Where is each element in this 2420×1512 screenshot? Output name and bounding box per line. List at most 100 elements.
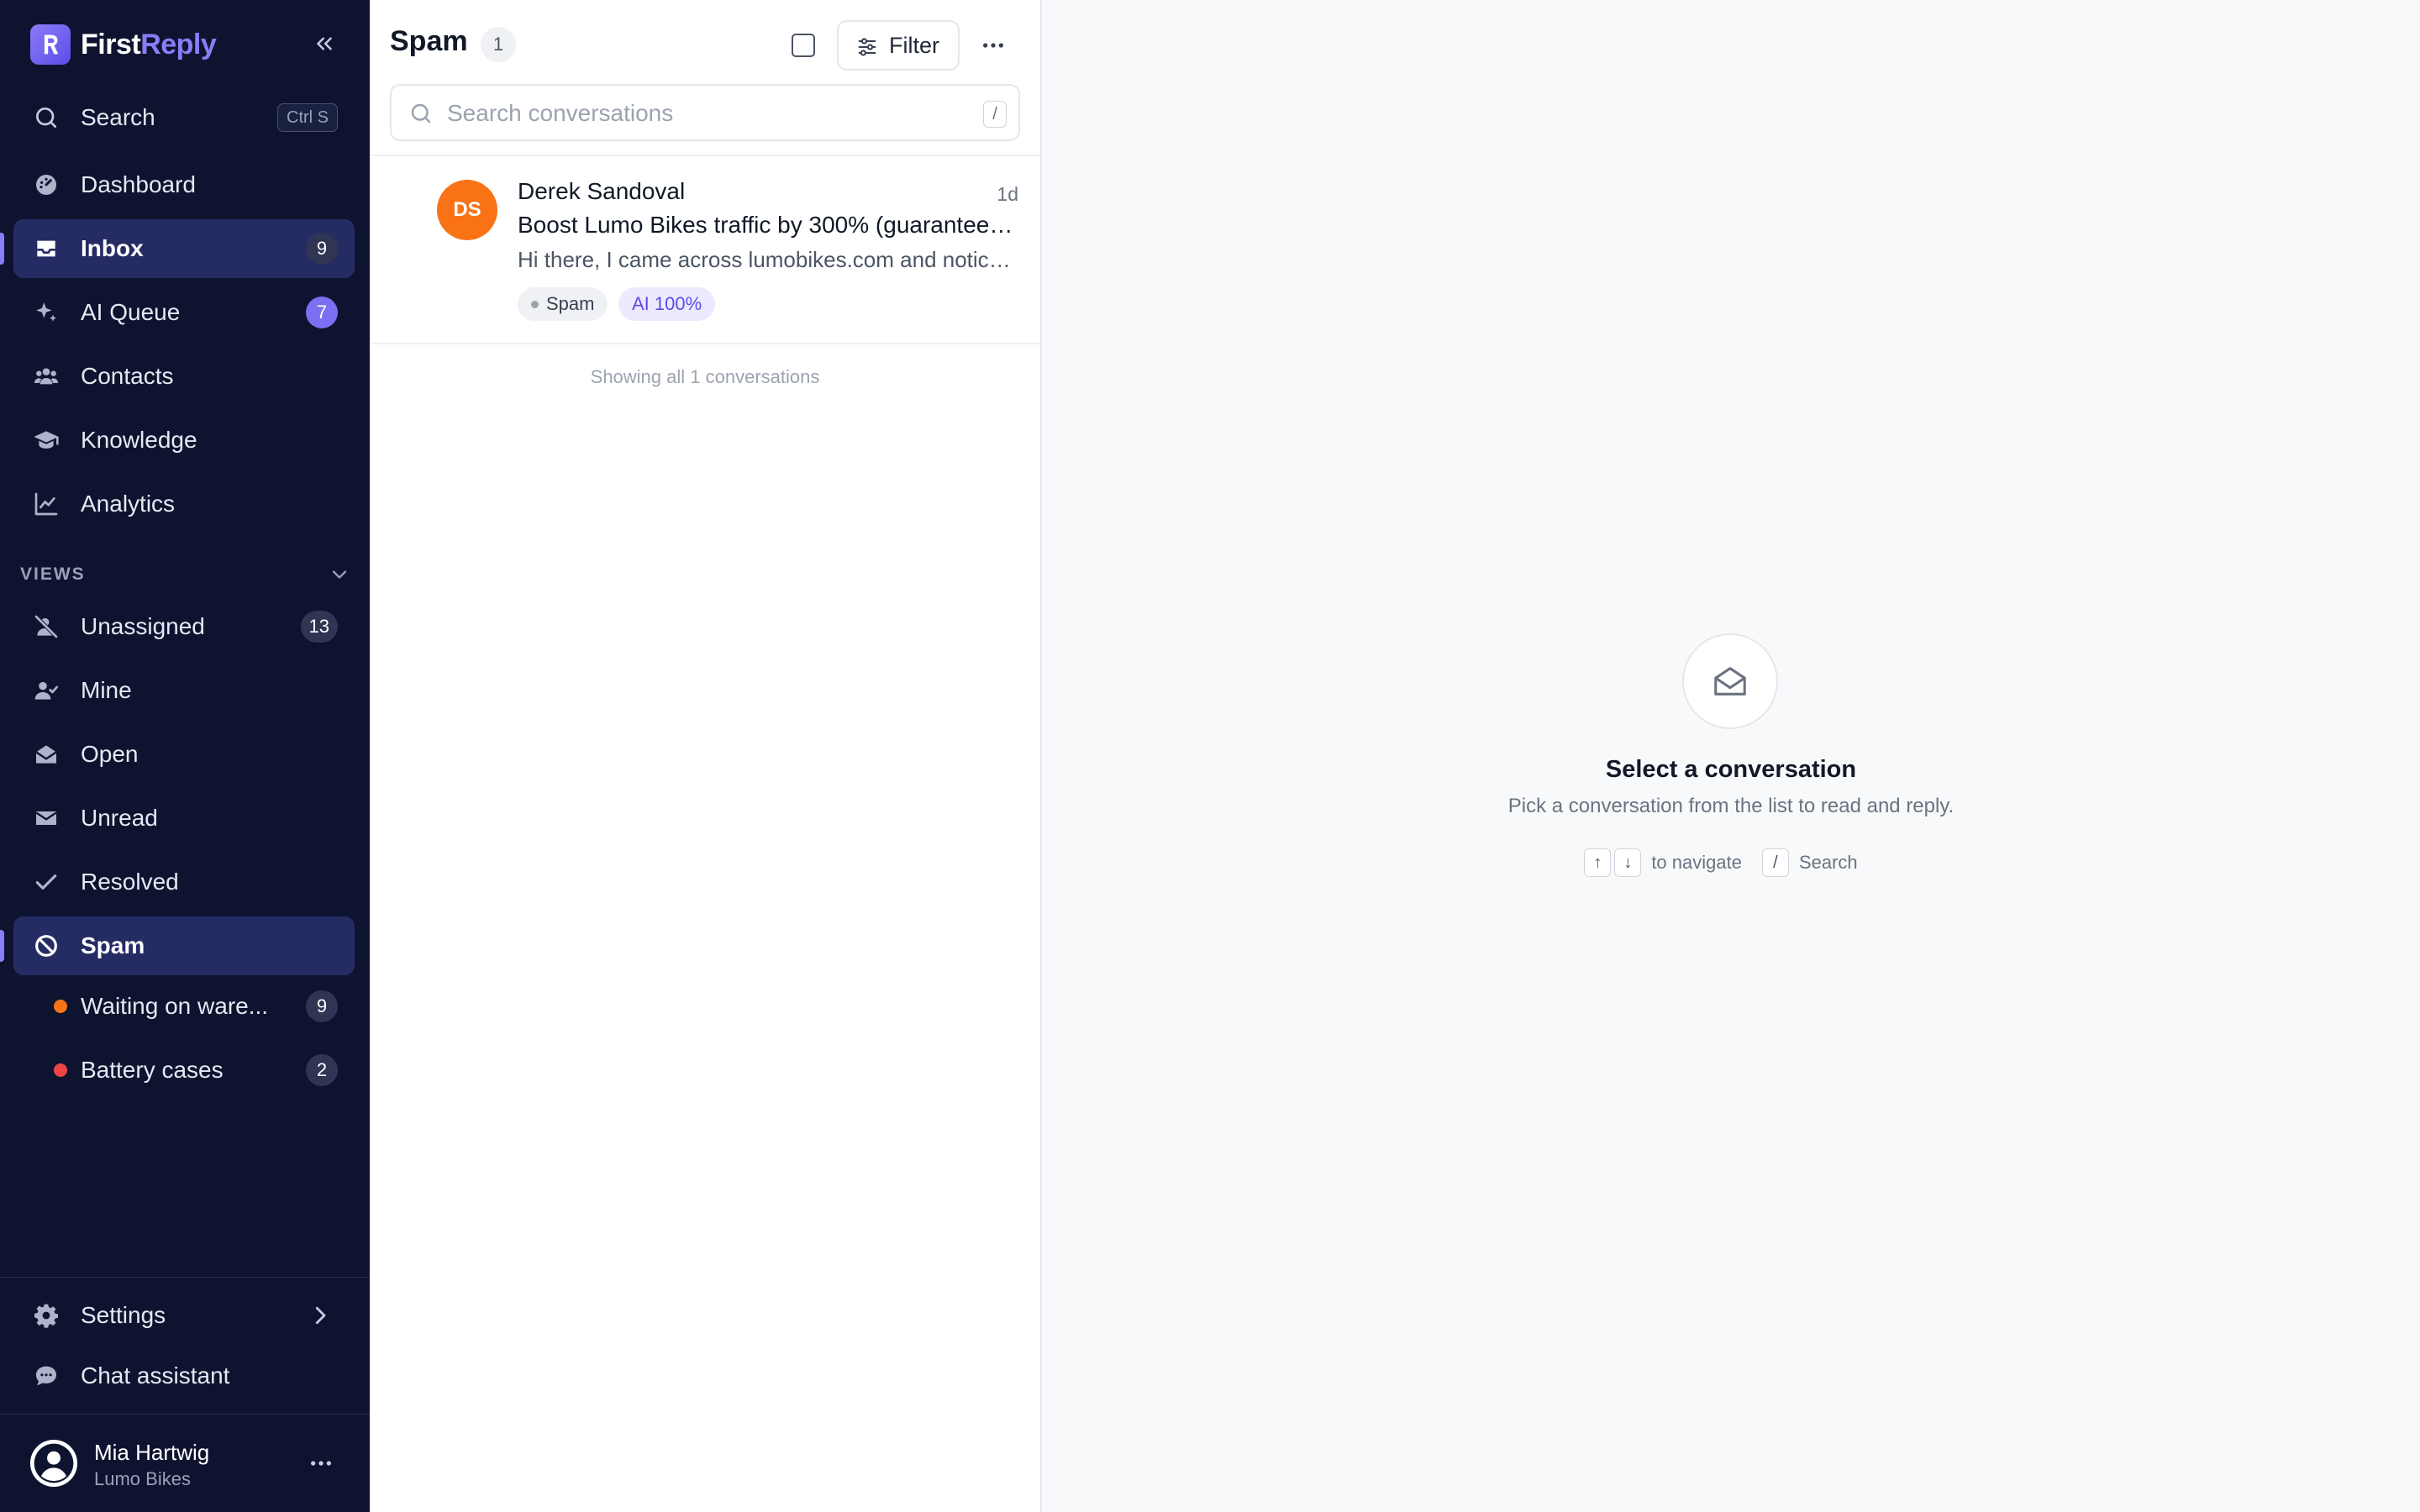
search-icon	[411, 103, 431, 123]
brand-name: FirstReply	[81, 28, 217, 60]
avatar	[30, 1440, 77, 1487]
timestamp: 1d	[997, 183, 1018, 205]
search-icon	[32, 103, 60, 132]
list-item[interactable]: DS Derek Sandoval 1d Boost Lumo Bikes tr…	[370, 156, 1040, 344]
sidebar-item-resolved[interactable]: Resolved	[13, 853, 355, 911]
sidebar-item-contacts[interactable]: Contacts	[13, 347, 355, 406]
sidebar-item-label: Unread	[81, 805, 158, 831]
view-color-dot	[54, 1063, 67, 1077]
gear-icon	[32, 1301, 60, 1330]
check-icon	[32, 868, 60, 896]
sidebar-item-analytics[interactable]: Analytics	[13, 475, 355, 533]
sidebar-item-ai-queue[interactable]: AI Queue 7	[13, 283, 355, 342]
more-horizontal-icon	[311, 1461, 331, 1466]
sidebar-item-label: Resolved	[81, 869, 179, 895]
sidebar-search-label: Search	[81, 104, 155, 130]
view-color-dot	[54, 1000, 67, 1013]
waiting-count-badge: 9	[306, 990, 338, 1022]
filter-button-label: Filter	[889, 32, 939, 58]
sidebar-item-label: Spam	[81, 932, 145, 958]
sidebar-item-inbox[interactable]: Inbox 9	[0, 219, 355, 278]
inbox-count-badge: 9	[306, 233, 338, 265]
app-root: FirstReply Search Ctrl S Dashboard Inbox…	[0, 0, 2420, 1512]
user-circle-icon	[30, 1440, 77, 1487]
sidebar-item-open[interactable]: Open	[13, 725, 355, 784]
sidebar-item-label: Unassigned	[81, 613, 205, 639]
arrow-down-key: ↓	[1614, 848, 1642, 877]
sidebar-item-label: Mine	[81, 677, 132, 703]
sidebar-item-label: Waiting on ware...	[81, 993, 269, 1019]
user-menu-button[interactable]	[304, 1446, 338, 1480]
user-slash-icon	[32, 612, 60, 641]
list-footer-text: Showing all 1 conversations	[590, 366, 820, 387]
sidebar-item-battery-cases[interactable]: Battery cases 2	[13, 1041, 355, 1100]
battery-count-badge: 2	[306, 1054, 338, 1086]
list-more-button[interactable]	[976, 29, 1010, 62]
sidebar-item-label: Settings	[81, 1302, 166, 1328]
user-check-icon	[32, 676, 60, 705]
keyboard-hints: ↑ ↓ to navigate / Search	[1042, 848, 2420, 877]
sidebar-item-spam[interactable]: Spam	[0, 916, 355, 975]
chat-bubble-icon	[32, 1362, 60, 1390]
sidebar-item-label: Contacts	[81, 363, 174, 389]
sidebar-item-knowledge[interactable]: Knowledge	[13, 411, 355, 470]
sidebar-divider	[0, 1277, 370, 1278]
sliders-icon	[858, 38, 876, 56]
conversation-list-panel: Spam 1 Filter / DS Derek Sandoval 1d Boo…	[370, 0, 1042, 1512]
sparkles-icon	[32, 298, 60, 327]
sidebar-item-label: Inbox	[81, 235, 144, 261]
sidebar-search[interactable]: Search Ctrl S	[13, 88, 355, 147]
empty-state-title: Select a conversation	[1605, 756, 1857, 783]
graduation-cap-icon	[32, 426, 60, 454]
sidebar-item-label: Knowledge	[81, 427, 197, 453]
conversation-count-badge: 1	[481, 27, 516, 62]
users-icon	[32, 362, 60, 391]
sidebar-item-label: AI Queue	[81, 299, 181, 325]
sidebar: FirstReply Search Ctrl S Dashboard Inbox…	[0, 0, 370, 1512]
user-name: Mia Hartwig	[94, 1440, 210, 1465]
search-hint-text: Search	[1798, 852, 1858, 873]
sidebar-item-label: Analytics	[81, 491, 176, 517]
conversation-subject: Boost Lumo Bikes traffic by 300% (guaran…	[518, 212, 1022, 238]
page-title: Spam	[390, 25, 468, 57]
envelope-icon	[32, 804, 60, 832]
ai-confidence-badge: AI 100%	[618, 287, 716, 321]
chevrons-left-icon	[317, 37, 332, 50]
chevron-down-icon[interactable]	[328, 563, 351, 586]
sidebar-item-mine[interactable]: Mine	[13, 661, 355, 720]
ai-queue-count-badge: 7	[306, 297, 338, 328]
active-indicator	[0, 233, 4, 265]
conversation-detail-empty: Select a conversation Pick a conversatio…	[1042, 0, 2420, 1512]
navigate-hint-text: to navigate	[1651, 852, 1742, 873]
sidebar-item-unread[interactable]: Unread	[13, 789, 355, 848]
user-org: Lumo Bikes	[94, 1468, 191, 1489]
brand[interactable]: FirstReply	[30, 24, 217, 66]
unassigned-count-badge: 13	[300, 611, 338, 643]
status-badge: Spam	[518, 287, 608, 321]
dashboard-icon	[32, 171, 60, 199]
sidebar-item-waiting-on-warehouse[interactable]: Waiting on ware... 9	[13, 977, 355, 1036]
avatar: DS	[437, 180, 497, 240]
chevron-right-icon	[315, 1306, 326, 1325]
sidebar-item-label: Battery cases	[81, 1057, 224, 1083]
ban-icon	[32, 932, 60, 960]
search-shortcut: Ctrl S	[277, 103, 338, 132]
logo-icon	[30, 24, 71, 65]
search-shortcut-key: /	[983, 101, 1007, 128]
sidebar-item-unassigned[interactable]: Unassigned 13	[13, 597, 355, 656]
collapse-sidebar-button[interactable]	[308, 27, 341, 60]
conversation-preview: Hi there, I came across lumobikes.com an…	[518, 247, 1022, 272]
user-profile[interactable]: Mia Hartwig Lumo Bikes	[0, 1415, 370, 1512]
sidebar-item-label: Dashboard	[81, 171, 196, 197]
sidebar-item-label: Chat assistant	[81, 1362, 230, 1389]
views-section-label: VIEWS	[20, 564, 86, 584]
empty-state-subtitle: Pick a conversation from the list to rea…	[1507, 795, 1954, 817]
select-all-checkbox[interactable]	[792, 34, 815, 57]
sidebar-item-dashboard[interactable]: Dashboard	[13, 155, 355, 214]
filter-button[interactable]: Filter	[837, 20, 960, 71]
sidebar-item-settings[interactable]: Settings	[13, 1286, 355, 1345]
sidebar-item-label: Open	[81, 741, 139, 767]
search-input[interactable]	[447, 97, 951, 129]
sidebar-item-chat-assistant[interactable]: Chat assistant	[13, 1347, 355, 1405]
sender-name: Derek Sandoval	[518, 178, 686, 204]
